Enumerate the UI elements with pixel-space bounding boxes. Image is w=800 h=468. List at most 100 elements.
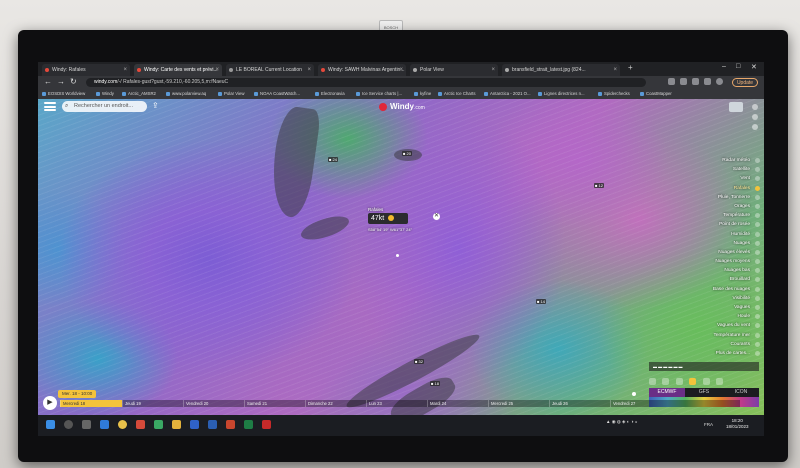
system-tray-icons[interactable]: ▲ ◉ ◍ ◈ ◐ ◑ ◒ <box>606 419 637 425</box>
bookmark-item[interactable]: Arctic_AMSR2 <box>122 90 156 98</box>
menu-hamburger-icon[interactable] <box>44 102 56 111</box>
location-popup[interactable]: Rafales 47kt ✕ S58°54' 19" W61°37' 24" <box>368 207 463 245</box>
address-bar[interactable]: windy.com/-/ Rafales-gust?gust,-59.210,-… <box>86 78 646 87</box>
day-item[interactable]: Vendredi 27 <box>610 400 671 407</box>
layer-low-clouds[interactable]: Nuages bas <box>672 266 762 275</box>
day-item[interactable]: Vendredi 20 <box>183 400 244 407</box>
excel-icon[interactable] <box>244 420 253 429</box>
bookmark-item[interactable]: NOAA CoastWatch... <box>254 90 300 98</box>
app-icon[interactable] <box>154 420 163 429</box>
tab-close-icon[interactable]: × <box>613 64 617 76</box>
layer-gusts[interactable]: Rafales <box>672 184 762 193</box>
bookmark-item[interactable]: Antarctica - 2021 O... <box>484 90 531 98</box>
play-button[interactable]: ▶ <box>43 396 57 410</box>
maximize-button[interactable]: □ <box>736 63 740 70</box>
layer-wind[interactable]: Vent <box>672 174 762 183</box>
reload-button[interactable]: ↻ <box>70 77 77 86</box>
day-item[interactable]: Samedi 21 <box>244 400 305 407</box>
bookmark-item[interactable]: Electronavia <box>315 90 345 98</box>
user-avatar[interactable] <box>729 102 743 112</box>
zoom-out-icon[interactable] <box>752 114 758 120</box>
app-icon[interactable] <box>136 420 145 429</box>
home-icon[interactable] <box>649 378 656 386</box>
windy-map[interactable]: ⌕ Rechercher un endroit... ⇪ Windy.com ■ … <box>38 99 764 415</box>
pressure-icon[interactable] <box>702 378 710 386</box>
day-item[interactable]: Mercredi 18 <box>60 400 122 407</box>
bookmark-item[interactable]: Spiderchecks <box>598 90 630 98</box>
layer-satellite[interactable]: Satellite <box>672 165 762 174</box>
tab-close-icon[interactable]: × <box>215 64 219 76</box>
file-explorer-icon[interactable] <box>172 420 181 429</box>
bookmark-item[interactable]: kyfine <box>414 90 431 98</box>
day-item[interactable]: Mercredi 25 <box>488 400 549 407</box>
layers-icon[interactable] <box>675 378 683 386</box>
share-icon[interactable]: ⇪ <box>152 101 159 110</box>
layer-temperature[interactable]: Température <box>672 211 762 220</box>
ruler-icon[interactable] <box>662 378 670 386</box>
search-input[interactable]: ⌕ Rechercher un endroit... <box>62 101 147 112</box>
share-icon[interactable] <box>680 78 687 85</box>
layer-storms[interactable]: Orages <box>672 202 762 211</box>
outlook-icon[interactable] <box>190 420 199 429</box>
acrobat-icon[interactable] <box>262 420 271 429</box>
language-indicator[interactable]: FRA <box>704 422 713 427</box>
taskbar-clock[interactable]: 18:20 18/01/2023 <box>726 418 749 430</box>
edge-icon[interactable] <box>100 420 109 429</box>
layer-radar[interactable]: Radar météo <box>672 156 762 165</box>
back-button[interactable]: ← <box>44 77 52 86</box>
windows-start-icon[interactable] <box>46 420 55 429</box>
station-marker[interactable]: ■ 14 <box>536 299 546 304</box>
layer-humidity[interactable]: Humidité <box>672 230 762 239</box>
forward-button[interactable]: → <box>57 77 65 86</box>
zoom-in-icon[interactable] <box>752 104 758 110</box>
bookmark-item[interactable]: Windy <box>96 90 114 98</box>
station-marker[interactable]: ■ 20 <box>402 151 412 156</box>
update-button[interactable]: Update <box>732 78 758 87</box>
tab-close-icon[interactable]: × <box>307 64 311 76</box>
bookmark-item[interactable]: Ice Service charts |... <box>356 90 402 98</box>
bookmark-star-icon[interactable] <box>692 78 699 85</box>
layer-cloud-base[interactable]: Base des nuages <box>672 285 762 294</box>
layer-fog[interactable]: Brouillard <box>672 275 762 284</box>
settings-icon[interactable] <box>752 124 758 130</box>
layer-high-clouds[interactable]: Nuages élevés <box>672 248 762 257</box>
tab-close-icon[interactable]: × <box>123 64 127 76</box>
powerpoint-icon[interactable] <box>226 420 235 429</box>
station-marker[interactable]: ■ 32 <box>414 359 424 364</box>
close-window-button[interactable]: ✕ <box>751 63 757 71</box>
day-item[interactable]: Jeudi 26 <box>549 400 610 407</box>
tab-windy-sawh[interactable]: Windy: SAWH Malvinas Argentin... × <box>318 64 406 76</box>
tab-close-icon[interactable]: × <box>491 64 495 76</box>
tab-le-boreal[interactable]: LE BOREAL Current Location × <box>226 64 314 76</box>
layer-clouds[interactable]: Nuages <box>672 239 762 248</box>
radar-icon[interactable] <box>716 378 724 386</box>
bookmark-item[interactable]: CoastMapper <box>640 90 672 98</box>
layer-more-maps[interactable]: Plus de cartes... <box>672 349 762 358</box>
layer-visibility[interactable]: Visibilité <box>672 294 762 303</box>
tab-polar-view[interactable]: Polar View × <box>410 64 498 76</box>
layer-currents[interactable]: Courants <box>672 340 762 349</box>
station-marker[interactable]: ■ 12 <box>594 183 604 188</box>
bookmark-item[interactable]: www.polarview.aq <box>166 90 206 98</box>
word-icon[interactable] <box>208 420 217 429</box>
tab-close-icon[interactable]: × <box>399 64 403 76</box>
bookmark-item[interactable]: EOSDIS Worldview <box>42 90 85 98</box>
bookmark-item[interactable]: Arctic Ice Charts <box>438 90 476 98</box>
new-tab-button[interactable]: + <box>628 63 633 72</box>
tab-windy-carte[interactable]: Windy: Carte des vents et prévi... × <box>134 64 222 76</box>
bookmark-item[interactable]: Polar View <box>218 90 244 98</box>
station-marker[interactable]: ■ 18 <box>430 381 440 386</box>
task-view-icon[interactable] <box>82 420 91 429</box>
search-icon[interactable] <box>64 420 73 429</box>
profile-icon[interactable] <box>716 78 723 85</box>
chrome-icon[interactable] <box>118 420 127 429</box>
day-item[interactable]: Mardi 24 <box>427 400 488 407</box>
layer-swell[interactable]: Houle <box>672 312 762 321</box>
extensions-icon[interactable] <box>704 78 711 85</box>
day-item[interactable]: Jeudi 19 <box>122 400 183 407</box>
layer-mid-clouds[interactable]: Nuages moyens <box>672 257 762 266</box>
layer-waves[interactable]: Vagues <box>672 303 762 312</box>
bookmark-item[interactable]: Lignes directrices n... <box>538 90 585 98</box>
day-item[interactable]: Lun 23 <box>366 400 427 407</box>
layer-dewpoint[interactable]: Point de rosée <box>672 220 762 229</box>
